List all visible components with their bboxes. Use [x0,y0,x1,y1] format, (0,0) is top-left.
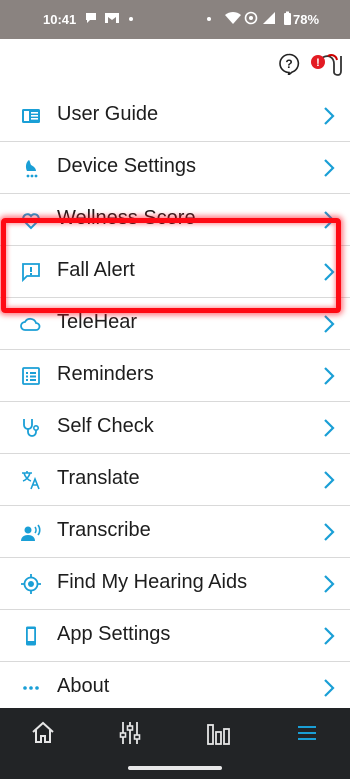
wifi-icon [225,11,241,24]
menu-icon[interactable] [294,720,320,746]
status-bar: 10:41 78% [0,0,350,39]
chevron-right-icon [324,471,335,489]
battery-icon [284,11,291,25]
sliders-icon[interactable] [117,720,143,746]
stethoscope-icon [23,419,40,437]
dot-indicator-icon [207,17,211,21]
menu-item-self-check[interactable]: Self Check [0,402,350,454]
menu-item-user-guide[interactable]: User Guide [0,90,350,142]
chevron-right-icon [324,159,335,177]
top-bar: ? ! [0,39,350,90]
chevron-right-icon [324,211,335,229]
chevron-right-icon [324,679,335,697]
menu-item-label: Device Settings [57,155,196,177]
battery-percent: 78% [293,12,320,27]
menu-item-find-my-hearing-aids[interactable]: Find My Hearing Aids [0,558,350,610]
cloud-icon [20,317,41,331]
help-icon[interactable]: ? [278,53,300,75]
bar-chart-icon[interactable] [206,720,232,746]
menu-list: User Guide Device Settings Wellness Scor… [0,90,350,714]
heart-icon [22,213,40,230]
chat-notification-icon [86,13,96,23]
translate-icon [22,471,40,490]
gesture-handle[interactable] [128,766,222,770]
menu-item-fall-alert[interactable]: Fall Alert [0,246,350,298]
gesture-area [0,758,350,779]
menu-item-label: User Guide [57,103,159,125]
tab-bar [0,708,350,758]
menu-item-label: Wellness Score [57,207,196,229]
menu-item-label: About [57,675,110,697]
svg-text:!: ! [316,57,320,69]
chevron-right-icon [324,419,335,437]
menu-item-label: Translate [57,467,140,489]
alert-chat-icon [22,263,40,283]
menu-item-label: Fall Alert [57,259,135,281]
hotspot-icon [244,11,258,25]
list-icon [22,367,40,385]
menu-item-label: TeleHear [57,311,138,333]
menu-item-label: Reminders [57,363,154,385]
menu-item-wellness-score[interactable]: Wellness Score [0,194,350,246]
home-icon[interactable] [30,720,56,746]
chevron-right-icon [324,523,335,541]
menu-item-translate[interactable]: Translate [0,454,350,506]
dot-notification-icon [129,17,133,21]
more-dots-icon [23,686,39,690]
chevron-right-icon [324,627,335,645]
menu-item-reminders[interactable]: Reminders [0,350,350,402]
gmail-icon [105,13,119,23]
speaker-person-icon [21,524,41,541]
chevron-right-icon [324,575,335,593]
device-settings-icon [25,160,38,178]
chevron-right-icon [324,367,335,385]
book-icon [22,109,40,123]
menu-item-app-settings[interactable]: App Settings [0,610,350,662]
phone-icon [26,626,36,646]
chevron-right-icon [324,263,335,281]
chevron-right-icon [324,107,335,125]
status-time: 10:41 [43,12,77,27]
menu-item-device-settings[interactable]: Device Settings [0,142,350,194]
signal-icon [263,12,275,24]
menu-item-label: Self Check [57,415,154,437]
menu-item-label: Transcribe [57,519,151,541]
menu-item-telehear[interactable]: TeleHear [0,298,350,350]
locate-icon [21,574,41,594]
svg-text:?: ? [285,57,292,71]
menu-item-about[interactable]: About [0,662,350,714]
menu-item-label: App Settings [57,623,171,645]
chevron-right-icon [324,315,335,333]
menu-item-transcribe[interactable]: Transcribe [0,506,350,558]
hearing-aid-status-icon[interactable]: ! [308,50,344,80]
menu-item-label: Find My Hearing Aids [57,571,248,593]
